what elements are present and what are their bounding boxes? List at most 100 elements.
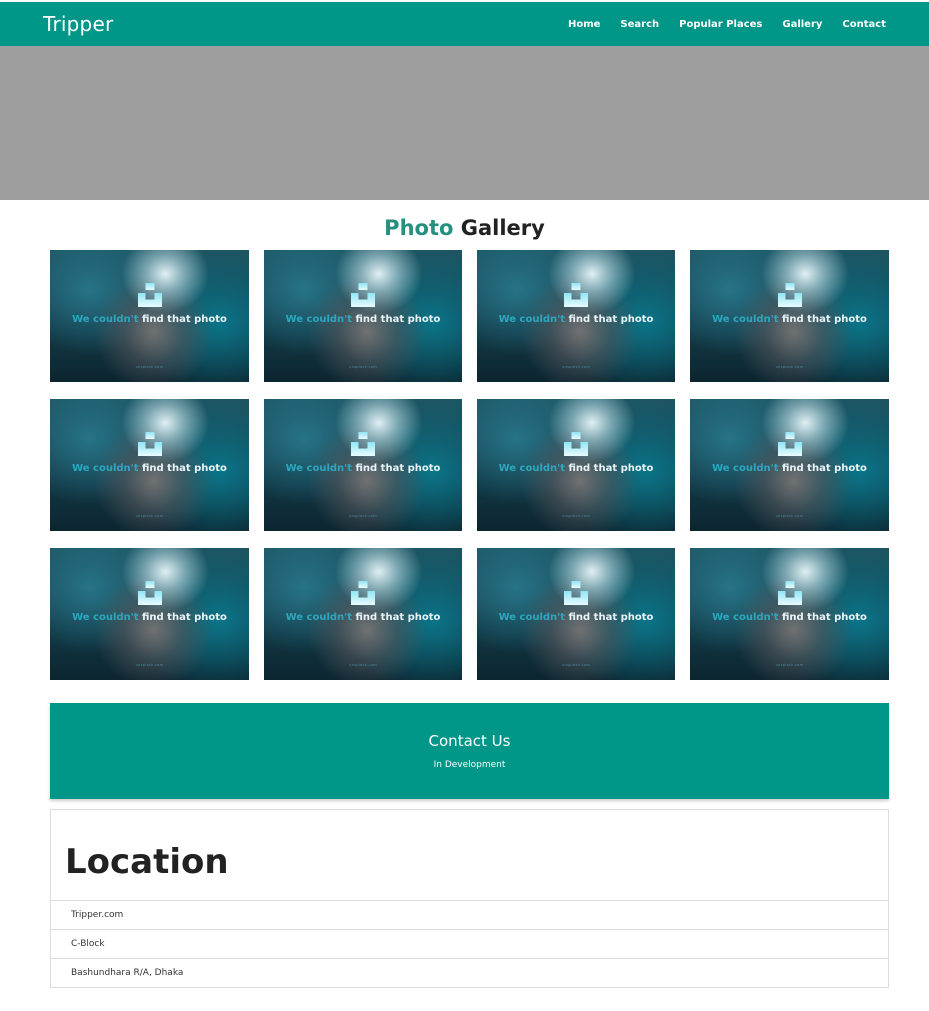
tile-message-part: photo bbox=[834, 463, 867, 474]
tile-message-part: photo bbox=[194, 612, 227, 623]
gallery-title: Photo Gallery bbox=[0, 216, 929, 240]
location-item: Bashundhara R/A, Dhaka bbox=[51, 958, 888, 987]
hero-banner bbox=[0, 46, 929, 200]
tile-message-part: We couldn't bbox=[285, 314, 352, 325]
tile-message-part: We couldn't bbox=[712, 463, 779, 474]
unsplash-logo-icon bbox=[351, 432, 375, 456]
tile-message-part: that bbox=[593, 463, 618, 474]
unsplash-logo-icon bbox=[351, 581, 375, 605]
tile-message-part: that bbox=[593, 612, 618, 623]
tile-url: unsplash.com bbox=[775, 365, 804, 369]
tile-message-part: We couldn't bbox=[72, 314, 139, 325]
gallery-photo[interactable]: We couldn't find that photo unsplash.com bbox=[264, 250, 462, 382]
tile-url: unsplash.com bbox=[775, 663, 804, 667]
unsplash-logo-icon bbox=[564, 581, 588, 605]
gallery-photo[interactable]: We couldn't find that photo unsplash.com bbox=[264, 548, 462, 680]
tile-url: unsplash.com bbox=[349, 365, 377, 369]
tile-message-part: that bbox=[807, 612, 831, 623]
nav-link-popular-places[interactable]: Popular Places bbox=[679, 19, 762, 30]
tile-message: We couldn't find that photo bbox=[50, 612, 249, 623]
tile-message: We couldn't find that photo bbox=[477, 314, 675, 325]
tile-message-part: find bbox=[568, 463, 591, 474]
tile-url: unsplash.com bbox=[562, 663, 590, 667]
tile-message-part: find bbox=[781, 612, 804, 623]
tile-message: We couldn't find that photo bbox=[50, 314, 249, 325]
tile-message-part: that bbox=[807, 314, 831, 325]
unsplash-logo-icon bbox=[137, 432, 162, 456]
tile-message-part: photo bbox=[194, 463, 227, 474]
gallery-photo[interactable]: We couldn't find that photo unsplash.com bbox=[477, 399, 675, 531]
tile-message-part: We couldn't bbox=[712, 612, 779, 623]
tile-message-part: photo bbox=[407, 612, 441, 623]
tile-message: We couldn't find that photo bbox=[690, 463, 889, 474]
unsplash-logo-icon bbox=[777, 432, 802, 456]
brand-logo[interactable]: Tripper bbox=[43, 12, 113, 36]
nav-links: Home Search Popular Places Gallery Conta… bbox=[568, 2, 886, 46]
tile-message: We couldn't find that photo bbox=[477, 463, 675, 474]
location-list: Tripper.com C-Block Bashundhara R/A, Dha… bbox=[51, 900, 888, 987]
tile-url: unsplash.com bbox=[349, 514, 377, 518]
tile-message-part: We couldn't bbox=[498, 314, 565, 325]
tile-message-part: find bbox=[781, 314, 804, 325]
tile-message: We couldn't find that photo bbox=[690, 612, 889, 623]
location-item: Tripper.com bbox=[51, 900, 888, 929]
tile-message-part: photo bbox=[407, 314, 441, 325]
unsplash-logo-icon bbox=[351, 283, 375, 307]
tile-message-part: that bbox=[593, 314, 618, 325]
gallery-photo[interactable]: We couldn't find that photo unsplash.com bbox=[690, 250, 889, 382]
tile-message-part: We couldn't bbox=[498, 612, 565, 623]
tile-message-part: photo bbox=[834, 314, 867, 325]
contact-title: Contact Us bbox=[428, 732, 511, 750]
location-title: Location bbox=[65, 842, 229, 882]
tile-message-part: find bbox=[355, 463, 378, 474]
nav-link-search[interactable]: Search bbox=[620, 19, 659, 30]
tile-message-part: that bbox=[380, 314, 405, 325]
tile-message-part: We couldn't bbox=[712, 314, 779, 325]
gallery-photo[interactable]: We couldn't find that photo unsplash.com bbox=[264, 399, 462, 531]
tile-message-part: find bbox=[355, 612, 378, 623]
gallery-photo[interactable]: We couldn't find that photo unsplash.com bbox=[50, 250, 249, 382]
nav-link-contact[interactable]: Contact bbox=[842, 19, 886, 30]
tile-message: We couldn't find that photo bbox=[477, 612, 675, 623]
tile-message-part: photo bbox=[407, 463, 441, 474]
gallery-photo[interactable]: We couldn't find that photo unsplash.com bbox=[477, 548, 675, 680]
unsplash-logo-icon bbox=[137, 283, 162, 307]
tile-message-part: that bbox=[807, 463, 831, 474]
tile-message: We couldn't find that photo bbox=[50, 463, 249, 474]
photo-grid: We couldn't find that photo unsplash.com W… bbox=[50, 250, 889, 680]
tile-message-part: that bbox=[167, 463, 191, 474]
nav-link-gallery[interactable]: Gallery bbox=[782, 19, 822, 30]
gallery-photo[interactable]: We couldn't find that photo unsplash.com bbox=[50, 548, 249, 680]
unsplash-logo-icon bbox=[777, 283, 802, 307]
gallery-photo[interactable]: We couldn't find that photo unsplash.com bbox=[690, 399, 889, 531]
tile-message-part: photo bbox=[194, 314, 227, 325]
navbar: Tripper Home Search Popular Places Galle… bbox=[0, 2, 929, 46]
tile-url: unsplash.com bbox=[135, 365, 164, 369]
tile-url: unsplash.com bbox=[349, 663, 377, 667]
tile-url: unsplash.com bbox=[562, 365, 590, 369]
tile-message-part: that bbox=[167, 612, 191, 623]
tile-message-part: We couldn't bbox=[72, 463, 139, 474]
tile-message: We couldn't find that photo bbox=[264, 463, 462, 474]
tile-message-part: find bbox=[141, 463, 164, 474]
tile-message-part: We couldn't bbox=[72, 612, 139, 623]
gallery-photo[interactable]: We couldn't find that photo unsplash.com bbox=[690, 548, 889, 680]
tile-message-part: photo bbox=[620, 612, 654, 623]
tile-url: unsplash.com bbox=[135, 514, 164, 518]
gallery-title-rest: Gallery bbox=[453, 216, 545, 240]
tile-message-part: find bbox=[141, 314, 164, 325]
location-card: Location Tripper.com C-Block Bashundhara… bbox=[50, 809, 889, 988]
nav-link-home[interactable]: Home bbox=[568, 19, 600, 30]
contact-subtitle: In Development bbox=[433, 760, 506, 770]
tile-message-part: find bbox=[568, 612, 591, 623]
tile-message-part: that bbox=[380, 612, 405, 623]
tile-message-part: We couldn't bbox=[498, 463, 565, 474]
unsplash-logo-icon bbox=[777, 581, 802, 605]
tile-url: unsplash.com bbox=[562, 514, 590, 518]
unsplash-logo-icon bbox=[564, 283, 588, 307]
contact-section: Contact Us In Development bbox=[50, 703, 889, 799]
gallery-photo[interactable]: We couldn't find that photo unsplash.com bbox=[50, 399, 249, 531]
tile-message: We couldn't find that photo bbox=[264, 314, 462, 325]
unsplash-logo-icon bbox=[137, 581, 162, 605]
gallery-photo[interactable]: We couldn't find that photo unsplash.com bbox=[477, 250, 675, 382]
